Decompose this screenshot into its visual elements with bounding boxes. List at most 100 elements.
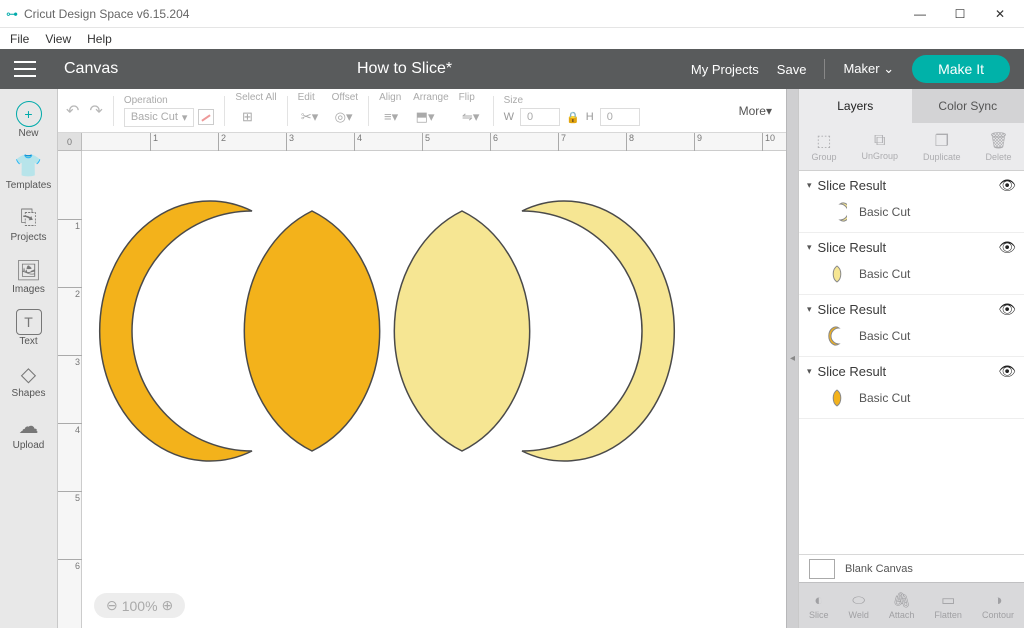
layer-item[interactable]: ▾Slice Result👁 Basic Cut xyxy=(799,357,1024,419)
mat-row[interactable]: Blank Canvas xyxy=(799,554,1024,582)
edit-button[interactable]: ✂▾ xyxy=(298,105,322,129)
canvas-label: Canvas xyxy=(64,60,118,78)
height-input[interactable]: 0 xyxy=(600,108,640,126)
flatten-icon: ▭ xyxy=(941,591,955,609)
lock-icon[interactable]: 🔒 xyxy=(566,111,580,124)
window-minimize[interactable]: — xyxy=(902,3,938,25)
operation-group: Operation Basic Cut ▾ xyxy=(124,95,215,127)
layer-item[interactable]: ▾Slice Result👁 Basic Cut xyxy=(799,295,1024,357)
menu-view[interactable]: View xyxy=(45,32,71,46)
more-button[interactable]: More▾ xyxy=(739,104,772,118)
menu-file[interactable]: File xyxy=(10,32,29,46)
menubar: File View Help xyxy=(0,28,1024,49)
hamburger-menu[interactable] xyxy=(14,61,36,77)
nav-upload[interactable]: ☁Upload xyxy=(5,407,53,457)
contour-icon: ◑ xyxy=(993,592,1002,609)
bt-weld[interactable]: ⬭Weld xyxy=(849,592,869,620)
nav-shapes[interactable]: ◇Shapes xyxy=(5,355,53,405)
selectall-icon: ⊞ xyxy=(235,105,259,129)
bottom-tools: ◐Slice ⬭Weld 🖇Attach ▭Flatten ◑Contour xyxy=(799,582,1024,628)
layers-panel: Layers Color Sync ⬚Group ⧉UnGroup ❐Dupli… xyxy=(798,89,1024,628)
align-button[interactable]: ≡▾ xyxy=(379,105,403,129)
image-icon: 🖼 xyxy=(16,257,42,283)
width-input[interactable]: 0 xyxy=(520,108,560,126)
layer-ops: ⬚Group ⧉UnGroup ❐Duplicate 🗑Delete xyxy=(799,123,1024,171)
app-logo: ⊶ xyxy=(6,7,18,21)
header-divider xyxy=(824,59,825,79)
nav-projects[interactable]: ⎘Projects xyxy=(5,199,53,249)
layer-item[interactable]: ▾Slice Result👁 Basic Cut xyxy=(799,171,1024,233)
window-close[interactable]: ✕ xyxy=(982,3,1018,25)
shapes-icon: ◇ xyxy=(16,361,42,387)
arrange-button[interactable]: ⬒▾ xyxy=(413,105,437,129)
selectall-group[interactable]: Select All ⊞ xyxy=(235,92,276,129)
eye-icon[interactable]: 👁 xyxy=(998,177,1016,194)
bt-slice[interactable]: ◐Slice xyxy=(809,592,829,620)
left-nav: +New 👕Templates ⎘Projects 🖼Images TText … xyxy=(0,89,58,628)
app-title: Cricut Design Space v6.15.204 xyxy=(24,7,902,21)
zoom-control[interactable]: ⊖ 100% ⊕ xyxy=(94,593,185,618)
undo-button[interactable]: ↶ xyxy=(66,101,79,121)
ruler-vertical: 1 2 3 4 5 6 xyxy=(58,151,82,628)
eye-icon[interactable]: 👁 xyxy=(998,301,1016,318)
caret-icon[interactable]: ▾ xyxy=(807,304,812,315)
shape-lens-gold[interactable] xyxy=(244,211,379,451)
op-delete[interactable]: 🗑Delete xyxy=(985,131,1011,162)
tab-layers[interactable]: Layers xyxy=(799,89,912,123)
layer-item[interactable]: ▾Slice Result👁 Basic Cut xyxy=(799,233,1024,295)
nav-templates[interactable]: 👕Templates xyxy=(5,147,53,197)
save-button[interactable]: Save xyxy=(777,62,807,77)
weld-icon: ⬭ xyxy=(852,592,865,609)
slice-icon: ◐ xyxy=(814,592,823,609)
nav-new[interactable]: +New xyxy=(5,95,53,145)
shape-crescent-gold[interactable] xyxy=(100,201,252,461)
flip-button[interactable]: ⇋▾ xyxy=(459,105,483,129)
redo-button[interactable]: ↷ xyxy=(89,101,102,121)
titlebar: ⊶ Cricut Design Space v6.15.204 — ☐ ✕ xyxy=(0,0,1024,28)
header-bar: Canvas How to Slice* My Projects Save Ma… xyxy=(0,49,1024,89)
center-area: ↶ ↷ Operation Basic Cut ▾ Select All ⊞ E… xyxy=(58,89,786,628)
nav-images[interactable]: 🖼Images xyxy=(5,251,53,301)
caret-icon[interactable]: ▾ xyxy=(807,242,812,253)
window-maximize[interactable]: ☐ xyxy=(942,3,978,25)
zoom-in-icon[interactable]: ⊕ xyxy=(162,597,174,614)
cloud-icon: ☁ xyxy=(16,413,42,439)
bt-contour[interactable]: ◑Contour xyxy=(982,592,1014,620)
menu-help[interactable]: Help xyxy=(87,32,112,46)
zoom-out-icon[interactable]: ⊖ xyxy=(106,597,118,614)
make-it-button[interactable]: Make It xyxy=(912,55,1010,83)
operation-dropdown[interactable]: Basic Cut ▾ xyxy=(124,108,195,127)
caret-icon[interactable]: ▾ xyxy=(807,366,812,377)
color-swatch[interactable] xyxy=(198,109,214,125)
mat-swatch xyxy=(809,559,835,579)
shape-lens-light[interactable] xyxy=(394,211,529,451)
duplicate-icon: ❐ xyxy=(935,131,949,151)
offset-button[interactable]: ◎▾ xyxy=(332,105,356,129)
op-ungroup[interactable]: ⧉UnGroup xyxy=(861,132,898,161)
bt-attach[interactable]: 🖇Attach xyxy=(889,591,915,620)
op-duplicate[interactable]: ❐Duplicate xyxy=(923,131,961,162)
attach-icon: 🖇 xyxy=(892,591,911,609)
bt-flatten[interactable]: ▭Flatten xyxy=(934,591,962,620)
shape-crescent-light[interactable] xyxy=(522,201,674,461)
text-icon: T xyxy=(16,309,42,335)
shirt-icon: 👕 xyxy=(16,153,42,179)
canvas[interactable] xyxy=(82,151,786,628)
tab-colorsync[interactable]: Color Sync xyxy=(912,89,1024,123)
caret-icon[interactable]: ▾ xyxy=(807,180,812,191)
project-name[interactable]: How to Slice* xyxy=(134,60,675,78)
group-icon: ⬚ xyxy=(816,131,831,151)
op-group[interactable]: ⬚Group xyxy=(811,131,836,162)
ruler-corner: 0 xyxy=(58,133,82,151)
nav-text[interactable]: TText xyxy=(5,303,53,353)
machine-selector[interactable]: Maker ⌄ xyxy=(843,61,894,77)
chevron-down-icon: ▾ xyxy=(182,111,188,124)
chevron-down-icon: ⌄ xyxy=(883,61,894,76)
top-toolbar: ↶ ↷ Operation Basic Cut ▾ Select All ⊞ E… xyxy=(58,89,786,133)
layer-list: ▾Slice Result👁 Basic Cut ▾Slice Result👁 … xyxy=(799,171,1024,554)
ungroup-icon: ⧉ xyxy=(874,132,885,150)
my-projects-link[interactable]: My Projects xyxy=(691,62,759,77)
plus-icon: + xyxy=(16,101,42,127)
eye-icon[interactable]: 👁 xyxy=(998,239,1016,256)
eye-icon[interactable]: 👁 xyxy=(998,363,1016,380)
